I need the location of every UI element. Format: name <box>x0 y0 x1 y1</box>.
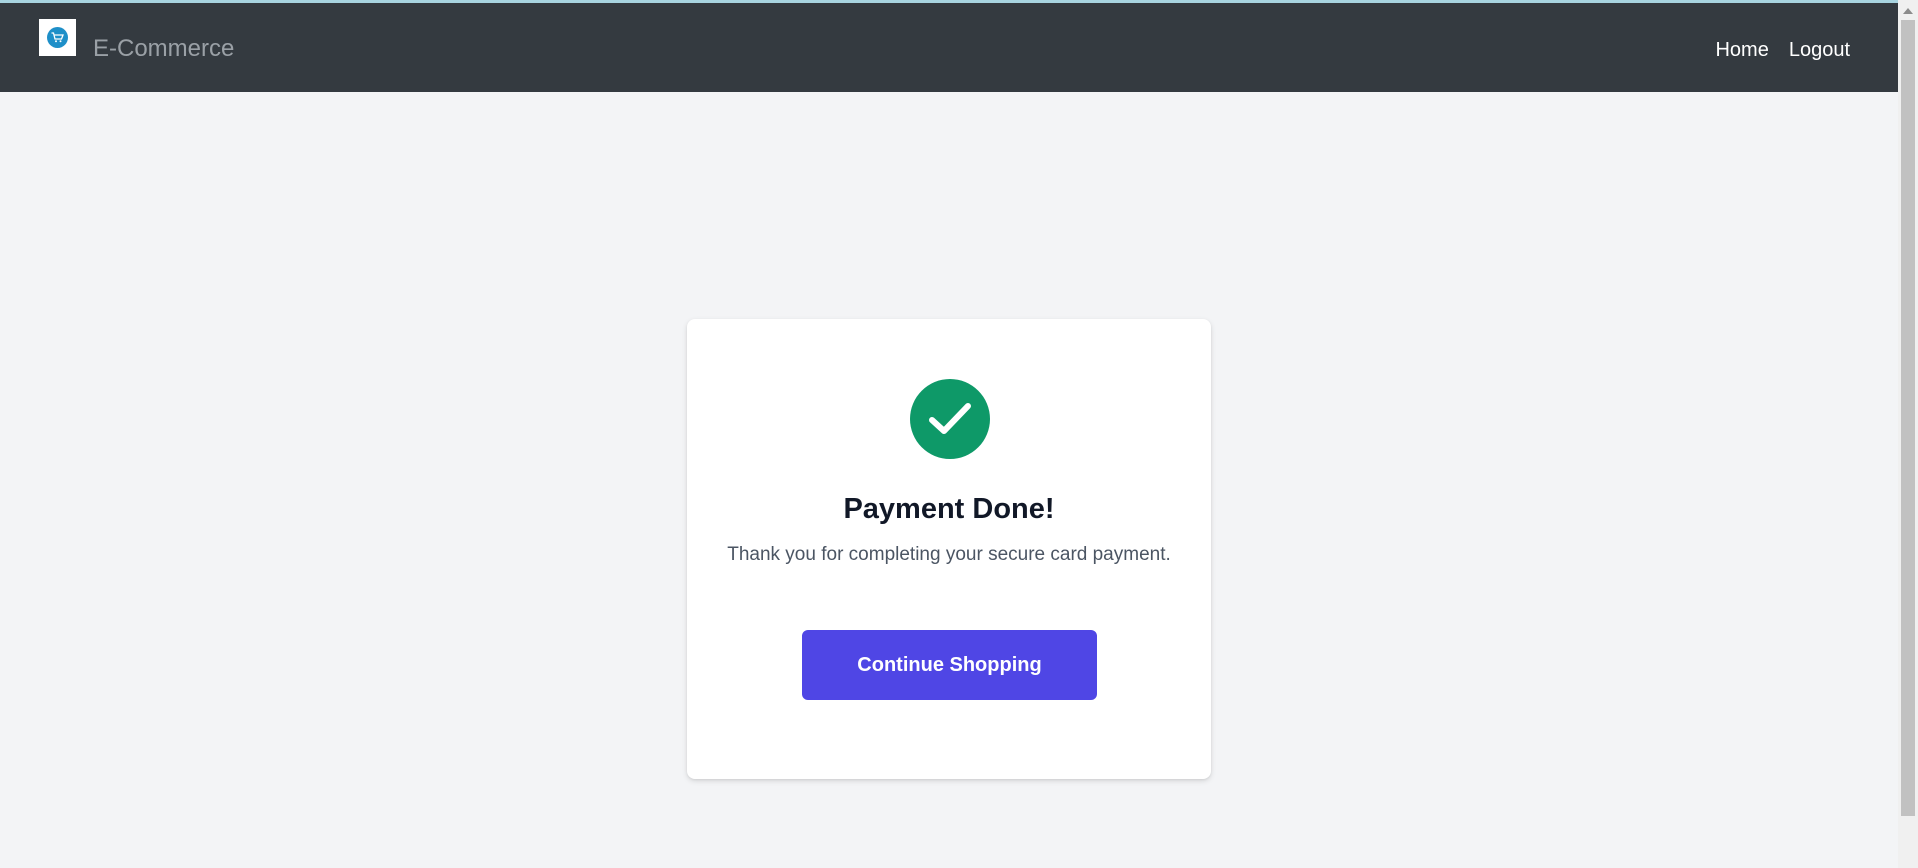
confirmation-title: Payment Done! <box>843 493 1055 525</box>
continue-shopping-button[interactable]: Continue Shopping <box>802 630 1097 700</box>
confirmation-message: Thank you for completing your secure car… <box>727 544 1171 565</box>
nav-links: Home Logout <box>1715 37 1850 63</box>
checkmark-icon <box>910 379 990 459</box>
payment-confirmation-card: Payment Done! Thank you for completing y… <box>687 319 1211 779</box>
vertical-scrollbar[interactable] <box>1898 0 1918 868</box>
shopping-cart-icon <box>47 27 68 48</box>
navbar: E-Commerce Home Logout <box>0 3 1898 92</box>
brand-logo[interactable] <box>39 19 76 56</box>
scrollbar-thumb[interactable] <box>1901 20 1915 816</box>
nav-logout-link[interactable]: Logout <box>1789 37 1850 63</box>
brand-name[interactable]: E-Commerce <box>93 33 234 65</box>
nav-home-link[interactable]: Home <box>1715 37 1768 63</box>
scroll-up-arrow-icon[interactable] <box>1903 8 1913 14</box>
